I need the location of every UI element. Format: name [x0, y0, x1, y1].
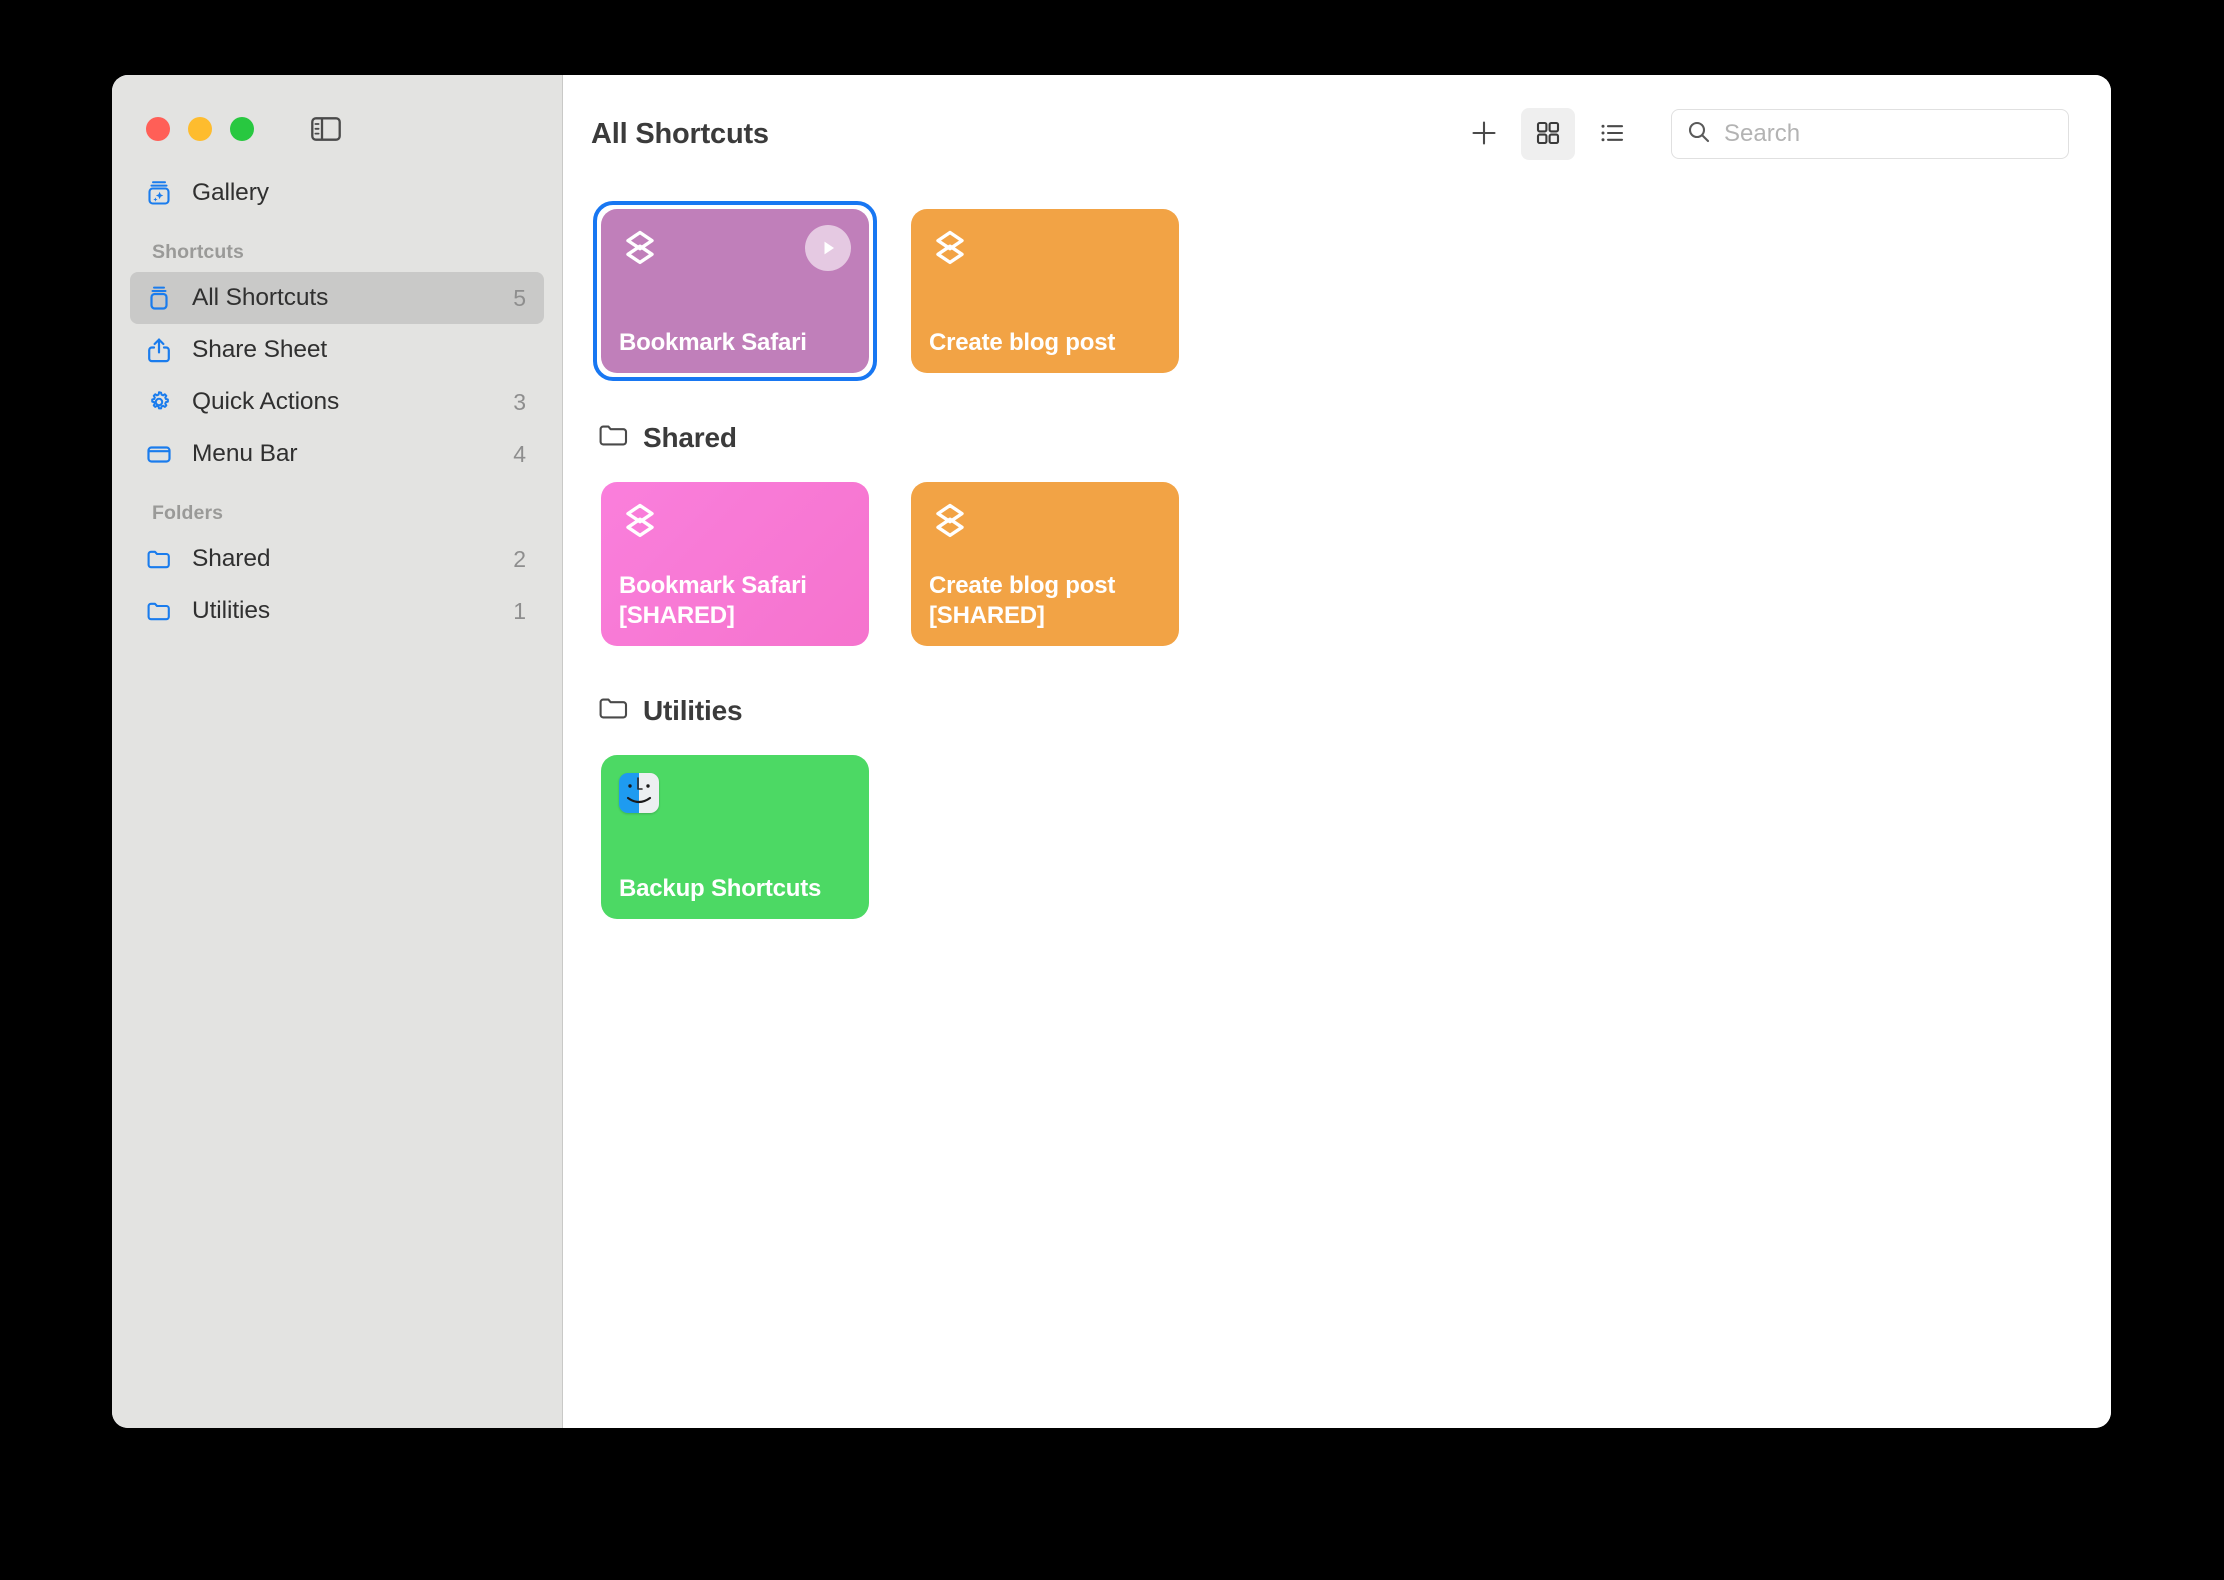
toolbar: All Shortcuts — [563, 75, 2111, 193]
sidebar-item-label: Quick Actions — [192, 388, 495, 416]
sidebar-item-count: 3 — [513, 389, 526, 416]
folder-icon — [597, 692, 629, 729]
shortcut-grid: Bookmark Safari — [563, 193, 2111, 927]
shortcut-card-create-blog-post-shared[interactable]: Create blog post [SHARED] — [903, 474, 1187, 654]
sidebar-nav: Gallery Shortcuts All Shortcuts 5 — [112, 145, 562, 637]
shortcut-group-all: Bookmark Safari — [563, 201, 2111, 381]
finder-icon — [619, 773, 659, 813]
menubar-icon — [144, 439, 174, 469]
card-row: Backup Shortcuts — [563, 747, 2111, 927]
card-title: Bookmark Safari [SHARED] — [619, 571, 851, 630]
sidebar-section-shortcuts-label: Shortcuts — [130, 219, 544, 272]
group-title: Utilities — [643, 695, 742, 727]
gear-icon — [144, 387, 174, 417]
search-field[interactable] — [1671, 109, 2069, 159]
sidebar-item-share-sheet[interactable]: Share Sheet — [130, 324, 544, 376]
sidebar-item-label: Utilities — [192, 597, 495, 625]
sidebar-section-folders-label: Folders — [130, 480, 544, 533]
card-title: Create blog post [SHARED] — [929, 571, 1161, 630]
sidebar-item-count: 4 — [513, 441, 526, 468]
add-shortcut-button[interactable] — [1457, 108, 1511, 160]
card-surface[interactable]: Backup Shortcuts — [601, 755, 869, 919]
sidebar-item-quick-actions[interactable]: Quick Actions 3 — [130, 376, 544, 428]
card-surface[interactable]: Create blog post [SHARED] — [911, 482, 1179, 646]
layers-icon — [619, 500, 661, 547]
zoom-button[interactable] — [230, 117, 254, 141]
card-title: Backup Shortcuts — [619, 874, 851, 903]
toolbar-actions — [1457, 108, 2069, 160]
sidebar-item-label: Shared — [192, 545, 495, 573]
plus-icon — [1469, 118, 1499, 151]
card-top — [619, 500, 851, 547]
minimize-button[interactable] — [188, 117, 212, 141]
grid-view-button[interactable] — [1521, 108, 1575, 160]
sidebar-item-label: All Shortcuts — [192, 284, 495, 312]
sidebar-toggle-icon[interactable] — [307, 114, 345, 144]
shortcut-card-bookmark-safari-shared[interactable]: Bookmark Safari [SHARED] — [593, 474, 877, 654]
sidebar-item-label: Gallery — [192, 179, 508, 207]
shortcut-card-create-blog-post[interactable]: Create blog post — [903, 201, 1187, 381]
sidebar-item-gallery[interactable]: Gallery — [130, 167, 544, 219]
gallery-icon — [144, 178, 174, 208]
list-view-button[interactable] — [1585, 108, 1639, 160]
sidebar: Gallery Shortcuts All Shortcuts 5 — [112, 75, 563, 1428]
shortcut-card-bookmark-safari[interactable]: Bookmark Safari — [593, 201, 877, 381]
card-top — [929, 500, 1161, 547]
card-surface[interactable]: Create blog post — [911, 209, 1179, 373]
layers-icon — [929, 227, 971, 274]
sidebar-item-utilities[interactable]: Utilities 1 — [130, 585, 544, 637]
sidebar-item-menu-bar[interactable]: Menu Bar 4 — [130, 428, 544, 480]
run-shortcut-button[interactable] — [805, 225, 851, 271]
sidebar-item-label: Share Sheet — [192, 336, 508, 364]
sidebar-item-label: Menu Bar — [192, 440, 495, 468]
folder-icon — [144, 544, 174, 574]
folder-icon — [597, 419, 629, 456]
group-title: Shared — [643, 422, 737, 454]
sidebar-item-all-shortcuts[interactable]: All Shortcuts 5 — [130, 272, 544, 324]
card-top — [619, 773, 851, 813]
close-button[interactable] — [146, 117, 170, 141]
card-title: Create blog post — [929, 328, 1161, 357]
shortcut-group-utilities: Utilities — [563, 664, 2111, 927]
shortcut-group-shared: Shared — [563, 391, 2111, 654]
folder-icon — [144, 596, 174, 626]
sidebar-item-count: 1 — [513, 598, 526, 625]
search-input[interactable] — [1724, 120, 2054, 148]
window-controls — [112, 75, 562, 145]
share-icon — [144, 335, 174, 365]
card-surface[interactable]: Bookmark Safari — [601, 209, 869, 373]
page-title: All Shortcuts — [591, 118, 769, 151]
card-row: Bookmark Safari — [563, 201, 2111, 381]
layers-icon — [619, 227, 661, 274]
group-header: Utilities — [563, 664, 2111, 747]
sidebar-item-count: 2 — [513, 546, 526, 573]
main-content: All Shortcuts — [563, 75, 2111, 1428]
card-row: Bookmark Safari [SHARED] — [563, 474, 2111, 654]
card-surface[interactable]: Bookmark Safari [SHARED] — [601, 482, 869, 646]
layers-icon — [929, 500, 971, 547]
search-icon — [1686, 119, 1712, 150]
shortcut-card-backup-shortcuts[interactable]: Backup Shortcuts — [593, 747, 877, 927]
grid-view-icon — [1534, 119, 1562, 150]
list-view-icon — [1598, 119, 1626, 150]
card-title: Bookmark Safari — [619, 328, 851, 357]
shortcuts-box-icon — [144, 283, 174, 313]
group-header: Shared — [563, 391, 2111, 474]
sidebar-item-count: 5 — [513, 285, 526, 312]
card-top — [929, 227, 1161, 274]
sidebar-item-shared[interactable]: Shared 2 — [130, 533, 544, 585]
shortcuts-window: Gallery Shortcuts All Shortcuts 5 — [112, 75, 2111, 1428]
card-top — [619, 227, 851, 274]
